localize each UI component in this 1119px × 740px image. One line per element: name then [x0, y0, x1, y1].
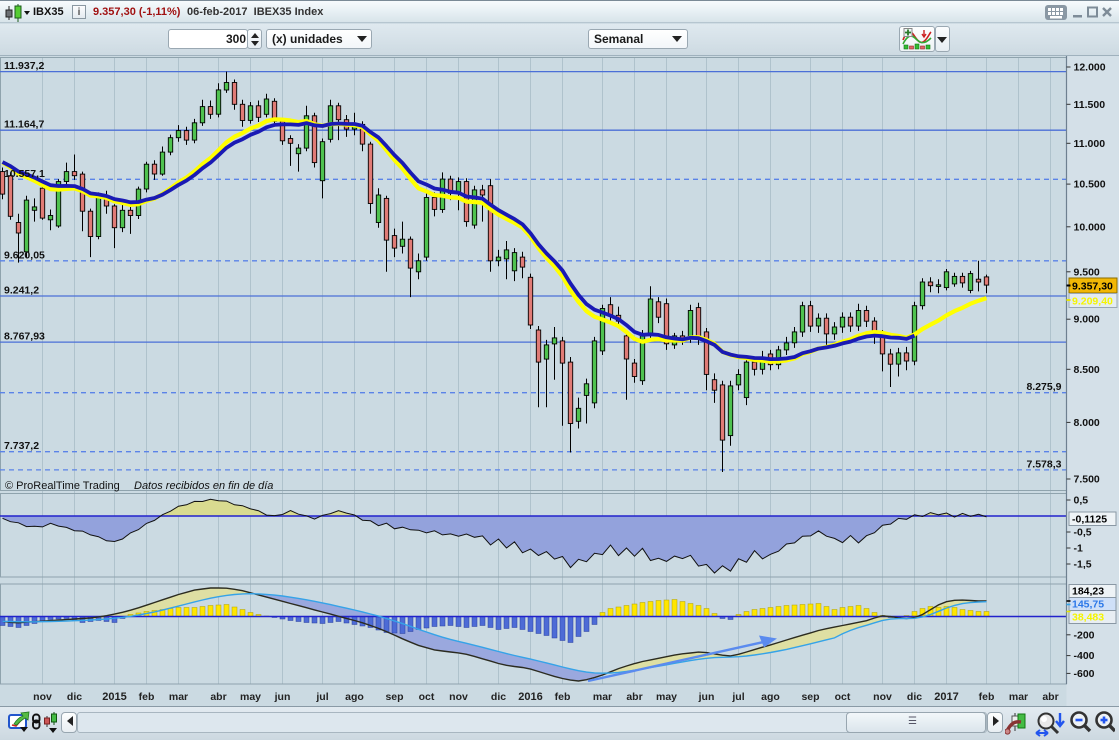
svg-text:8.500: 8.500	[1074, 364, 1100, 376]
svg-text:jul: jul	[731, 691, 744, 703]
svg-text:145,75: 145,75	[1072, 599, 1104, 611]
svg-text:ago: ago	[345, 691, 364, 703]
svg-text:dic: dic	[907, 691, 922, 703]
svg-text:sep: sep	[385, 691, 403, 703]
svg-text:11.937,2: 11.937,2	[4, 60, 44, 72]
svg-text:Datos recibidos en fin de día: Datos recibidos en fin de día	[134, 480, 273, 492]
svg-text:oct: oct	[419, 691, 435, 703]
svg-text:nov: nov	[33, 691, 52, 703]
svg-text:11.000: 11.000	[1074, 138, 1106, 150]
svg-text:38,483: 38,483	[1072, 612, 1104, 624]
svg-text:mar: mar	[593, 691, 612, 703]
svg-text:10.500: 10.500	[1074, 179, 1106, 191]
svg-text:11.500: 11.500	[1074, 99, 1106, 111]
svg-text:jun: jun	[274, 691, 291, 703]
svg-text:2017: 2017	[934, 691, 958, 703]
svg-text:10.000: 10.000	[1074, 221, 1106, 233]
svg-text:dic: dic	[67, 691, 82, 703]
svg-text:sep: sep	[801, 691, 819, 703]
svg-text:-1,5: -1,5	[1074, 559, 1092, 571]
svg-text:184,23: 184,23	[1072, 586, 1104, 598]
svg-text:9.500: 9.500	[1074, 266, 1100, 278]
svg-text:abr: abr	[626, 691, 642, 703]
svg-text:8.767,93: 8.767,93	[4, 331, 45, 343]
svg-text:oct: oct	[835, 691, 851, 703]
svg-text:-1: -1	[1074, 543, 1083, 555]
svg-text:mar: mar	[169, 691, 188, 703]
svg-text:feb: feb	[139, 691, 155, 703]
svg-text:7.500: 7.500	[1074, 474, 1100, 486]
svg-text:8.275,9: 8.275,9	[1026, 381, 1061, 393]
svg-text:-0,1125: -0,1125	[1072, 514, 1107, 526]
svg-text:ago: ago	[761, 691, 780, 703]
svg-text:mar: mar	[1009, 691, 1028, 703]
svg-text:jun: jun	[698, 691, 715, 703]
svg-text:8.000: 8.000	[1074, 417, 1100, 429]
svg-text:7.578,3: 7.578,3	[1026, 458, 1061, 470]
svg-text:-400: -400	[1074, 650, 1095, 662]
svg-text:7.737,2: 7.737,2	[4, 440, 39, 452]
svg-text:nov: nov	[873, 691, 892, 703]
svg-text:9.000: 9.000	[1074, 314, 1100, 326]
svg-text:jul: jul	[315, 691, 328, 703]
svg-text:2016: 2016	[518, 691, 542, 703]
svg-text:© ProRealTime Trading: © ProRealTime Trading	[5, 480, 120, 492]
svg-text:-200: -200	[1074, 629, 1095, 641]
svg-text:11.164,7: 11.164,7	[4, 119, 44, 131]
svg-text:9.209,40: 9.209,40	[1072, 296, 1113, 308]
svg-text:9.357,30: 9.357,30	[1072, 281, 1113, 293]
svg-text:nov: nov	[449, 691, 468, 703]
svg-text:-600: -600	[1074, 668, 1095, 680]
svg-text:feb: feb	[979, 691, 995, 703]
svg-text:2015: 2015	[102, 691, 126, 703]
svg-text:0,5: 0,5	[1074, 495, 1089, 507]
svg-text:abr: abr	[210, 691, 226, 703]
svg-text:10.557,1: 10.557,1	[4, 168, 45, 180]
svg-text:-0,5: -0,5	[1074, 527, 1092, 539]
svg-text:9.241,2: 9.241,2	[4, 285, 39, 297]
svg-text:12.000: 12.000	[1074, 62, 1106, 74]
svg-text:may: may	[240, 691, 261, 703]
svg-text:may: may	[656, 691, 677, 703]
svg-text:9.620,05: 9.620,05	[4, 249, 45, 261]
svg-text:feb: feb	[555, 691, 571, 703]
svg-text:dic: dic	[491, 691, 506, 703]
svg-text:abr: abr	[1042, 691, 1058, 703]
